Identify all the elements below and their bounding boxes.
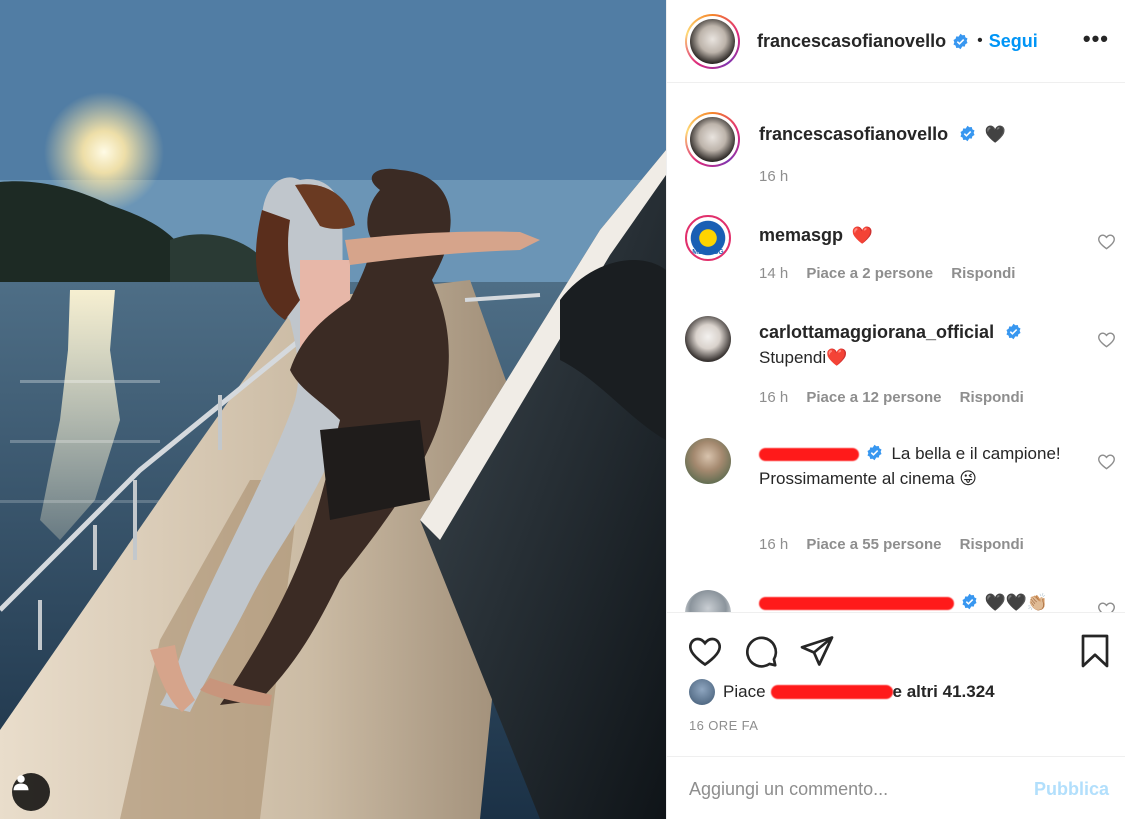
caption-username[interactable]: francescasofianovello bbox=[759, 124, 948, 144]
verified-icon bbox=[953, 33, 968, 49]
liker-avatar[interactable] bbox=[689, 679, 715, 705]
commenter-username[interactable]: memasgp bbox=[759, 225, 843, 245]
commenter-username[interactable]: carlottamaggiorana_official bbox=[759, 322, 994, 342]
comment-time: 16 h bbox=[759, 536, 789, 553]
separator-dot: • bbox=[977, 32, 983, 49]
redacted-liker bbox=[770, 685, 893, 699]
author-avatar[interactable] bbox=[685, 13, 740, 69]
comments-list[interactable]: francescasofianovello 🖤 16 h MEMASG mema… bbox=[667, 84, 1125, 612]
publish-button[interactable]: Pubblica bbox=[1034, 779, 1109, 800]
reply-button[interactable]: Rispondi bbox=[960, 389, 1024, 406]
post-photo[interactable] bbox=[0, 0, 666, 819]
comment-text: 🖤🖤👏🏼 bbox=[984, 593, 1048, 612]
action-bar bbox=[667, 612, 1125, 676]
comment-icon[interactable] bbox=[743, 633, 779, 669]
verified-icon bbox=[1006, 323, 1021, 340]
commenter-avatar[interactable] bbox=[685, 438, 731, 484]
likes-count[interactable]: e altri 41.324 bbox=[893, 682, 995, 702]
like-heart-icon[interactable] bbox=[687, 633, 723, 669]
commenter-avatar[interactable] bbox=[685, 590, 731, 612]
author-photo bbox=[690, 18, 735, 64]
caption-time: 16 h bbox=[759, 168, 789, 185]
share-icon[interactable] bbox=[799, 633, 835, 669]
commenter-avatar[interactable]: MEMASG bbox=[685, 215, 731, 261]
follow-button[interactable]: Segui bbox=[989, 31, 1038, 52]
comment-likes[interactable]: Piace a 2 persone bbox=[806, 265, 933, 282]
post-side-panel: francescasofianovello • Segui ••• france… bbox=[666, 0, 1125, 819]
post-timestamp[interactable]: 16 ORE FA bbox=[689, 718, 758, 733]
likes-summary[interactable]: Piace e altri 41.324 bbox=[689, 679, 995, 705]
comment-likes[interactable]: Piace a 55 persone bbox=[806, 536, 941, 553]
likes-prefix: Piace bbox=[723, 682, 766, 701]
reply-button[interactable]: Rispondi bbox=[951, 265, 1015, 282]
redacted-username bbox=[759, 448, 859, 462]
add-comment-bar: Aggiungi un commento... Pubblica bbox=[667, 756, 1125, 819]
heart-icon[interactable] bbox=[1097, 232, 1116, 251]
comment-text: Stupendi❤️ bbox=[759, 348, 848, 367]
comment-time: 16 h bbox=[759, 389, 789, 406]
comment-likes[interactable]: Piace a 12 persone bbox=[806, 389, 941, 406]
user-tag-icon bbox=[13, 775, 29, 791]
bookmark-icon[interactable] bbox=[1077, 633, 1113, 669]
photo-scene bbox=[0, 0, 666, 819]
caption-text: 🖤 bbox=[984, 125, 1006, 144]
verified-icon bbox=[867, 444, 882, 461]
verified-icon bbox=[962, 593, 977, 610]
heart-icon[interactable] bbox=[1097, 600, 1116, 612]
reply-button[interactable]: Rispondi bbox=[960, 536, 1024, 553]
more-options-icon[interactable]: ••• bbox=[1083, 26, 1109, 52]
comment-text: ❤️ bbox=[851, 226, 873, 245]
user-tag-button[interactable] bbox=[12, 773, 50, 811]
comment-input[interactable]: Aggiungi un commento... bbox=[689, 779, 888, 800]
comment-time: 14 h bbox=[759, 265, 789, 282]
memasgp-logo-text: MEMASG bbox=[692, 249, 724, 256]
heart-icon[interactable] bbox=[1097, 330, 1116, 349]
post-header: francescasofianovello • Segui ••• bbox=[667, 0, 1125, 83]
commenter-avatar[interactable] bbox=[685, 316, 731, 362]
heart-icon[interactable] bbox=[1097, 452, 1116, 471]
author-username[interactable]: francescasofianovello bbox=[757, 31, 946, 52]
redacted-username bbox=[759, 597, 954, 611]
caption-avatar[interactable] bbox=[685, 112, 740, 167]
verified-icon bbox=[960, 125, 975, 142]
